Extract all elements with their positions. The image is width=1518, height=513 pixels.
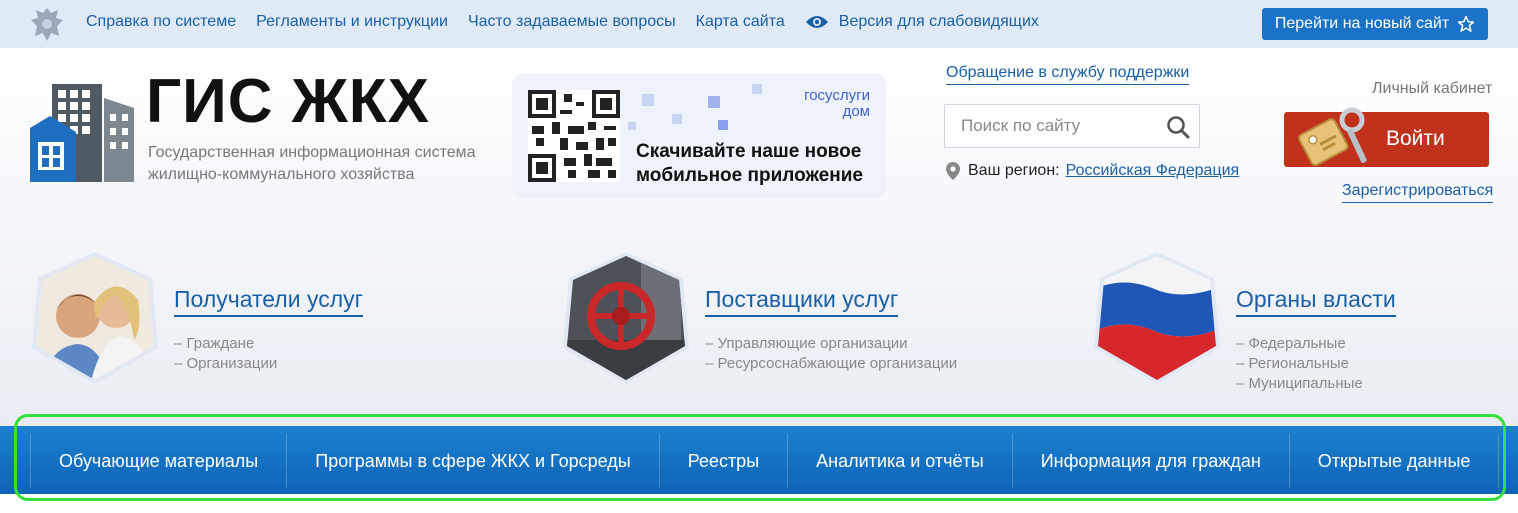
nav-citizen-info[interactable]: Информация для граждан [1011, 434, 1289, 488]
category-item[interactable]: – Организации [174, 354, 277, 374]
help-link[interactable]: Справка по системе [86, 13, 236, 31]
login-label: Войти [1386, 127, 1445, 150]
support-link[interactable]: Обращение в службу поддержки [946, 64, 1190, 85]
key-icon [1298, 107, 1367, 167]
login-button[interactable]: Войти [1284, 107, 1489, 167]
site-subtitle: Государственная информационная система ж… [148, 144, 476, 183]
category-item-list: – Федеральные – Региональные – Муниципал… [1236, 334, 1363, 394]
category-item-list: – Граждане – Организации [174, 334, 277, 374]
new-site-button[interactable]: Перейти на новый сайт [1262, 8, 1488, 40]
register-link[interactable]: Зарегистрироваться [1342, 182, 1494, 203]
regulations-link[interactable]: Регламенты и инструкции [256, 13, 448, 31]
location-pin-icon [946, 162, 960, 180]
gosuslugi-dom-logo: госуслуги дом [804, 87, 870, 120]
category-item[interactable]: – Ресурсоснабжающие организации [705, 354, 957, 374]
site-header: ГИС ЖКХ Государственная информационная с… [0, 48, 1518, 228]
category-item[interactable]: – Федеральные [1236, 334, 1363, 354]
coat-of-arms-icon [31, 8, 63, 41]
nav-open-data[interactable]: Открытые данные [1288, 434, 1500, 488]
category-title[interactable]: Получатели услуг [174, 286, 364, 317]
region-label: Ваш регион: [968, 162, 1060, 179]
eye-icon[interactable] [805, 14, 829, 30]
service-recipients-image[interactable] [30, 250, 160, 386]
nav-analytics[interactable]: Аналитика и отчёты [787, 434, 1012, 488]
cabinet-label: Личный кабинет [1372, 80, 1493, 97]
qr-code-icon [528, 90, 620, 182]
sitemap-link[interactable]: Карта сайта [696, 13, 785, 31]
russian-flag-image[interactable] [1092, 250, 1222, 386]
low-vision-link[interactable]: Версия для слабовидящих [839, 13, 1039, 31]
service-providers-image[interactable] [561, 250, 691, 386]
mobile-app-promo[interactable]: госуслуги дом Скачивайте наше новое моби… [512, 74, 886, 198]
main-nav-bar: Обучающие материалы Программы в сфере ЖК… [0, 426, 1518, 494]
category-item[interactable]: – Региональные [1236, 354, 1363, 374]
category-title[interactable]: Поставщики услуг [705, 286, 899, 317]
promo-text: Скачивайте наше новое мобильное приложен… [636, 141, 863, 186]
buildings-logo-icon[interactable] [30, 80, 134, 182]
search-icon[interactable] [1165, 114, 1191, 140]
search-input[interactable] [945, 105, 1155, 147]
category-item[interactable]: – Управляющие организации [705, 334, 957, 354]
category-item[interactable]: – Муниципальные [1236, 374, 1363, 394]
audience-categories: Получатели услуг – Граждане – Организаци… [0, 228, 1518, 426]
top-bar: Справка по системе Регламенты и инструкц… [0, 0, 1518, 48]
category-item-list: – Управляющие организации – Ресурсоснабж… [705, 334, 957, 374]
nav-training-materials[interactable]: Обучающие материалы [30, 434, 286, 488]
category-item[interactable]: – Граждане [174, 334, 277, 354]
star-icon [1457, 15, 1475, 32]
category-title[interactable]: Органы власти [1236, 286, 1396, 317]
search-box [944, 104, 1200, 148]
site-title[interactable]: ГИС ЖКХ [146, 70, 430, 134]
nav-registries[interactable]: Реестры [658, 434, 787, 488]
region-selector: Ваш регион: Российская Федерация [946, 162, 1239, 180]
new-site-label: Перейти на новый сайт [1274, 15, 1450, 32]
region-link[interactable]: Российская Федерация [1066, 162, 1240, 180]
faq-link[interactable]: Часто задаваемые вопросы [468, 13, 676, 31]
nav-programs[interactable]: Программы в сфере ЖКХ и Горсреды [286, 434, 658, 488]
